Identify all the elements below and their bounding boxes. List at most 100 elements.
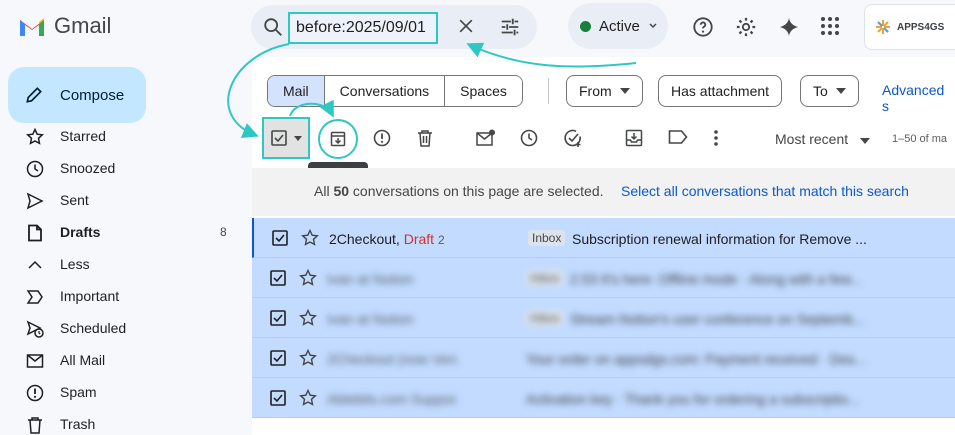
row-checkbox-icon[interactable] [270, 350, 286, 366]
compose-button[interactable]: Compose [8, 67, 146, 123]
report-spam-icon[interactable] [373, 129, 391, 147]
search-chip-tabs: Mail Conversations Spaces [267, 75, 523, 107]
apps-grid-icon[interactable] [820, 16, 840, 36]
sort-dropdown[interactable]: Most recent [775, 131, 871, 147]
caret-down-icon [294, 136, 302, 141]
gemini-sparkle-icon[interactable] [778, 16, 800, 38]
sidebar-item-important[interactable]: Important [0, 280, 250, 312]
search-input[interactable]: before:2025/09/01 [288, 12, 438, 44]
chip-divider [548, 78, 549, 104]
sidebar-item-label: Trash [60, 416, 96, 432]
row-checkbox-icon[interactable] [272, 230, 288, 246]
clock-icon [26, 160, 44, 178]
sidebar-item-spam[interactable]: Spam [0, 376, 250, 408]
from-filter-chip[interactable]: From [566, 75, 643, 107]
sidebar-item-label: Sent [60, 192, 89, 208]
settings-gear-icon[interactable] [735, 16, 757, 38]
row-subject: Stream Notion's user conference on Septe… [570, 311, 865, 327]
tab-mail[interactable]: Mail [268, 76, 324, 106]
banner-prefix: All [314, 183, 334, 199]
search-options-icon[interactable] [499, 16, 521, 38]
row-checkbox-icon[interactable] [270, 390, 286, 406]
selection-banner-text: All 50 conversations on this page are se… [314, 183, 604, 199]
row-sender: Ivan at Notion [327, 311, 413, 327]
sidebar-item-all-mail[interactable]: All Mail [0, 344, 250, 376]
clear-search-icon[interactable] [456, 16, 476, 36]
sidebar-item-label: Spam [60, 384, 97, 400]
sidebar-item-starred[interactable]: Starred [0, 120, 250, 152]
sidebar-item-sent[interactable]: Sent [0, 184, 250, 216]
email-list: 2Checkout, Draft 2 Inbox Subscription rene… [252, 218, 955, 418]
chevron-down-icon [649, 23, 657, 29]
compose-label: Compose [60, 86, 125, 104]
add-to-tasks-icon[interactable] [564, 129, 584, 147]
thread-count: 2 [437, 233, 445, 247]
tab-spaces[interactable]: Spaces [444, 76, 522, 106]
has-attachment-label: Has attachment [671, 83, 770, 99]
sidebar-item-label: Starred [60, 128, 106, 144]
row-checkbox-icon[interactable] [270, 270, 286, 286]
star-icon[interactable] [301, 229, 319, 247]
email-row[interactable]: Ablebits.com Suppor. Activation key · Tha… [252, 378, 955, 418]
star-icon [26, 128, 44, 145]
star-icon[interactable] [299, 269, 317, 287]
to-filter-chip[interactable]: To [800, 75, 859, 107]
sidebar-item-snoozed[interactable]: Snoozed [0, 152, 250, 184]
sidebar-item-scheduled[interactable]: Scheduled [0, 312, 250, 344]
sidebar-item-label: Important [60, 288, 120, 304]
sender-name: 2Checkout, [329, 231, 400, 247]
advanced-search-link[interactable]: Advanced s [882, 82, 955, 114]
gmail-m-icon [20, 18, 44, 36]
sidebar-item-label: Less [60, 256, 90, 272]
star-icon[interactable] [299, 309, 317, 327]
delete-trash-icon[interactable] [417, 129, 433, 147]
sidebar-item-label: All Mail [60, 352, 106, 368]
status-selector[interactable]: Active [568, 3, 668, 49]
sender-name: Ivan at Notion [327, 311, 414, 327]
email-row[interactable]: 2Checkout, Draft 2 Inbox Subscription rene… [252, 218, 955, 258]
gmail-window: Gmail before:2025/09/01 Active APPS4GS C… [0, 0, 955, 435]
caret-down-icon [860, 138, 871, 144]
tab-conversations[interactable]: Conversations [323, 76, 445, 106]
chevron-up-icon [28, 260, 42, 269]
from-filter-label: From [579, 83, 612, 99]
email-row[interactable]: 2Checkout (now Veri. Your order on appsdg… [252, 338, 955, 378]
sidebar-item-label: Scheduled [60, 320, 127, 336]
sidebar-item-less[interactable]: Less [0, 248, 250, 280]
star-icon[interactable] [299, 389, 317, 407]
help-icon[interactable] [692, 16, 714, 38]
gmail-logo-text: Gmail [54, 13, 112, 38]
sidebar-item-label: Drafts [60, 224, 101, 240]
sidebar-item-trash[interactable]: Trash [0, 408, 250, 435]
select-all-dropdown[interactable] [262, 117, 310, 159]
has-attachment-chip[interactable]: Has attachment [658, 75, 783, 107]
search-icon[interactable] [262, 16, 284, 38]
row-sender: 2Checkout, Draft 2 [329, 231, 445, 247]
row-subject: Your order on appsdgs.com: Payment recei… [526, 351, 867, 367]
email-row[interactable]: Ivan at Notion Inbox Stream Notion's user … [252, 298, 955, 338]
select-all-matching-link[interactable]: Select all conversations that match this… [621, 183, 909, 199]
draft-icon [28, 224, 42, 242]
caret-down-icon [835, 88, 846, 94]
row-subject: Subscription renewal information for Rem… [572, 231, 867, 247]
banner-count: 50 [333, 183, 350, 199]
inbox-label-badge: Inbox [526, 270, 564, 286]
sidebar-item-label: Snoozed [60, 160, 116, 176]
mark-as-unread-icon[interactable] [476, 129, 496, 147]
star-icon[interactable] [299, 349, 317, 367]
inbox-label-badge: Inbox [528, 230, 566, 246]
gmail-logo[interactable]: Gmail [18, 13, 111, 39]
move-to-icon[interactable] [625, 129, 643, 147]
email-row[interactable]: Ivan at Notion Inbox 2.53 It's here: Offli… [252, 258, 955, 298]
status-label: Active [599, 17, 640, 35]
pagination-range: 1–50 of ma [892, 133, 948, 145]
apps4gs-account[interactable]: APPS4GS [864, 4, 955, 50]
row-checkbox-icon[interactable] [270, 310, 286, 326]
more-vert-icon[interactable] [713, 129, 719, 147]
archive-button[interactable] [318, 119, 358, 159]
snooze-clock-icon[interactable] [520, 129, 538, 147]
row-subject: 2.53 It's here: Offline mode · Along wit… [570, 271, 862, 287]
label-tag-icon[interactable] [668, 129, 688, 145]
sidebar-item-drafts[interactable]: Drafts 8 [0, 216, 250, 248]
apps4gs-logo-icon [876, 20, 890, 34]
